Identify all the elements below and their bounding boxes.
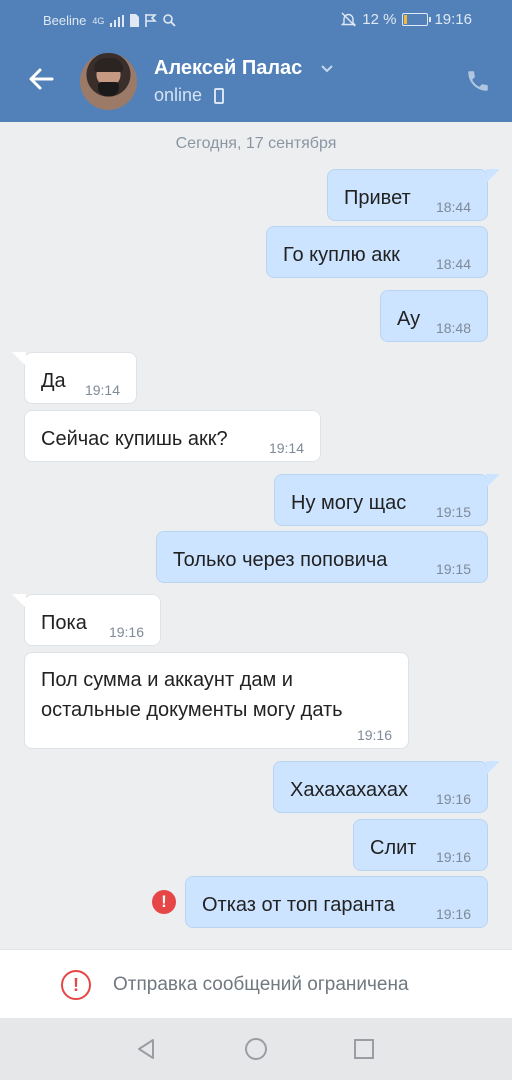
message-bubble-incoming[interactable]: Пол сумма и аккаунт дам и остальные доку… xyxy=(24,652,409,749)
message-time: 18:44 xyxy=(435,199,471,215)
message-time: 19:16 xyxy=(108,624,144,640)
message-text: Слит xyxy=(370,837,417,859)
contact-name[interactable]: Алексей Палас xyxy=(154,57,302,80)
message-bubble-incoming[interactable]: Пока 19:16 xyxy=(12,594,161,646)
message-text: Отказ от топ гаранта xyxy=(202,894,395,916)
message-time: 19:15 xyxy=(435,561,471,577)
message-bubble-incoming[interactable]: Да 19:14 xyxy=(12,352,137,404)
mute-bell-icon xyxy=(341,12,357,27)
restriction-notice: Отправка сообщений ограничена xyxy=(113,974,409,995)
signal-icon xyxy=(110,14,125,27)
message-text: Только через поповича xyxy=(173,549,388,571)
message-bubble-outgoing[interactable]: Слит 19:16 xyxy=(353,819,488,871)
message-text: Ну могу щас xyxy=(291,492,407,514)
message-text: Го куплю акк xyxy=(283,244,400,266)
message-text: Пока xyxy=(41,612,87,634)
message-time: 19:15 xyxy=(435,504,471,520)
message-time: 19:16 xyxy=(356,727,392,743)
search-status-icon xyxy=(163,14,177,27)
message-bubble-outgoing[interactable]: Ну могу щас 19:15 xyxy=(274,474,500,526)
back-arrow-icon[interactable] xyxy=(24,62,58,96)
messaging-restricted-bar: ! Отправка сообщений ограничена xyxy=(0,949,512,1018)
message-time: 18:44 xyxy=(435,256,471,272)
message-bubble-outgoing-failed[interactable]: Отказ от топ гаранта 19:16 xyxy=(185,876,488,928)
message-time: 18:48 xyxy=(435,320,471,336)
message-bubble-outgoing[interactable]: Привет 18:44 xyxy=(327,169,500,221)
presence-status: online xyxy=(154,85,203,105)
message-text-line-2: остальные документы могу дать xyxy=(41,699,343,721)
nav-home-icon[interactable] xyxy=(244,1037,268,1061)
battery-icon xyxy=(402,13,432,26)
message-text: Да xyxy=(41,370,66,392)
mobile-device-icon xyxy=(214,88,224,104)
status-time: 19:16 xyxy=(434,11,472,28)
message-text: Хахахахахах xyxy=(290,779,409,801)
date-separator: Сегодня, 17 сентября xyxy=(175,135,337,152)
flag-icon xyxy=(145,14,158,27)
chat-header: Beeline 4G 12 % 19:16 Алексей Палас onli… xyxy=(0,0,512,122)
message-text: Ау xyxy=(397,308,421,330)
carrier-label: Beeline xyxy=(43,13,87,28)
message-text-line-1: Пол сумма и аккаунт дам и xyxy=(41,669,293,691)
network-type: 4G xyxy=(92,15,105,26)
nav-back-icon[interactable] xyxy=(134,1037,158,1061)
system-navigation-bar xyxy=(0,1018,512,1080)
message-time: 19:14 xyxy=(84,382,120,398)
nav-recents-icon[interactable] xyxy=(352,1037,376,1061)
contact-avatar[interactable] xyxy=(80,53,137,110)
message-text: Привет xyxy=(344,187,411,209)
message-time: 19:16 xyxy=(435,791,471,807)
phone-call-icon[interactable] xyxy=(465,68,491,94)
sim-icon xyxy=(130,14,140,27)
message-bubble-outgoing[interactable]: Хахахахахах 19:16 xyxy=(273,761,500,813)
warning-circle-icon: ! xyxy=(61,970,91,1000)
message-bubble-incoming[interactable]: Сейчас купишь акк? 19:14 xyxy=(24,410,321,462)
message-text: Сейчас купишь акк? xyxy=(41,428,228,450)
chevron-down-icon[interactable] xyxy=(320,62,334,76)
message-time: 19:16 xyxy=(435,849,471,865)
message-time: 19:14 xyxy=(268,440,304,456)
send-error-icon[interactable]: ! xyxy=(152,890,176,914)
message-time: 19:16 xyxy=(435,906,471,922)
status-bar: Beeline 4G 12 % 19:16 xyxy=(0,0,512,44)
message-bubble-outgoing[interactable]: Го куплю акк 18:44 xyxy=(266,226,488,278)
battery-percent: 12 % xyxy=(362,11,397,28)
message-bubble-outgoing[interactable]: Ау 18:48 xyxy=(380,290,488,342)
message-bubble-outgoing[interactable]: Только через поповича 19:15 xyxy=(156,531,488,583)
